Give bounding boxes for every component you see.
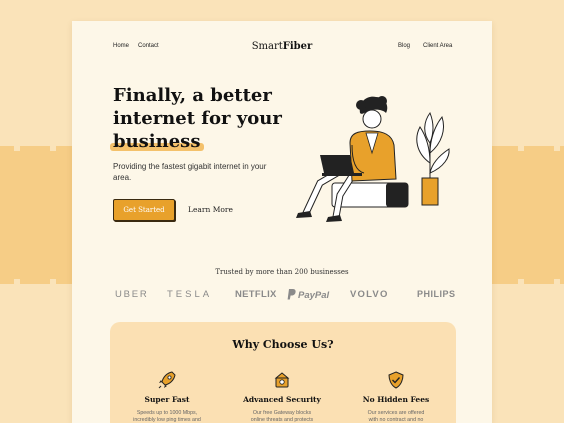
logo-light-text: Smart xyxy=(251,41,283,52)
feature-super-fast: Super Fast Speeds up to 1000 Mbps, incred… xyxy=(117,370,217,423)
feature-desc: Our free Gateway blocks online threats an… xyxy=(232,410,332,423)
feature-title: No Hidden Fees xyxy=(362,395,430,404)
feature-desc: Our services are offered with no contract… xyxy=(346,410,446,423)
netflix-logo: NETFLIX xyxy=(235,289,277,300)
volvo-logo: VOLVO xyxy=(350,289,389,300)
feature-desc: Speeds up to 1000 Mbps, incredibly low pi… xyxy=(117,410,217,423)
logo-bold-text: Fiber xyxy=(282,41,313,52)
feature-desc-line2: incredibly low ping times and xyxy=(133,417,201,423)
hero-title-highlight: business xyxy=(109,131,205,152)
hero-illustration xyxy=(296,96,450,222)
trusted-label: Trusted by more than 200 businesses xyxy=(215,268,349,276)
feature-desc-line2: with no contract and no xyxy=(368,417,424,423)
feature-no-hidden-fees: No Hidden Fees Our services are offered w… xyxy=(346,370,446,423)
nav-client-area-link[interactable]: Client Area xyxy=(423,43,452,49)
shield-check-icon xyxy=(388,371,404,389)
hero-subtitle: Providing the fastest gigabit internet i… xyxy=(113,162,267,182)
paypal-icon xyxy=(287,289,296,300)
feature-title: Super Fast xyxy=(144,395,190,404)
get-started-button[interactable]: Get Started xyxy=(113,199,175,221)
feature-desc-line1: Speeds up to 1000 Mbps, xyxy=(136,410,198,416)
rocket-icon xyxy=(158,371,176,389)
landing-page: Home Contact SmartFiber Blog Client Area… xyxy=(72,21,492,423)
uber-logo: UBER xyxy=(115,289,149,300)
philips-logo: PHILIPS xyxy=(417,289,456,299)
hero-title: Finally, a better internet for your busi… xyxy=(109,84,313,153)
paypal-wordmark: PayPal xyxy=(298,290,330,301)
nav-blog-link[interactable]: Blog xyxy=(398,43,410,49)
why-choose-us-section: Why Choose Us? Super Fast Speeds up to 1… xyxy=(110,322,456,423)
guard-icon xyxy=(274,372,290,388)
paypal-logo: PayPal xyxy=(287,289,329,301)
why-title: Why Choose Us? xyxy=(232,338,334,351)
tesla-logo: TESLA xyxy=(167,289,213,300)
hero-title-line1: Finally, a better xyxy=(113,85,272,106)
feature-desc-line1: Our services are offered xyxy=(367,410,425,416)
feature-desc-line1: Our free Gateway blocks xyxy=(252,410,312,416)
feature-advanced-security: Advanced Security Our free Gateway block… xyxy=(232,370,332,423)
hero-title-line2: internet for your xyxy=(113,108,282,129)
top-nav: Home Contact SmartFiber Blog Client Area xyxy=(72,41,492,55)
feature-title: Advanced Security xyxy=(243,395,321,404)
learn-more-link[interactable]: Learn More xyxy=(188,205,233,214)
feature-desc-line2: online threats and protects xyxy=(250,417,314,423)
